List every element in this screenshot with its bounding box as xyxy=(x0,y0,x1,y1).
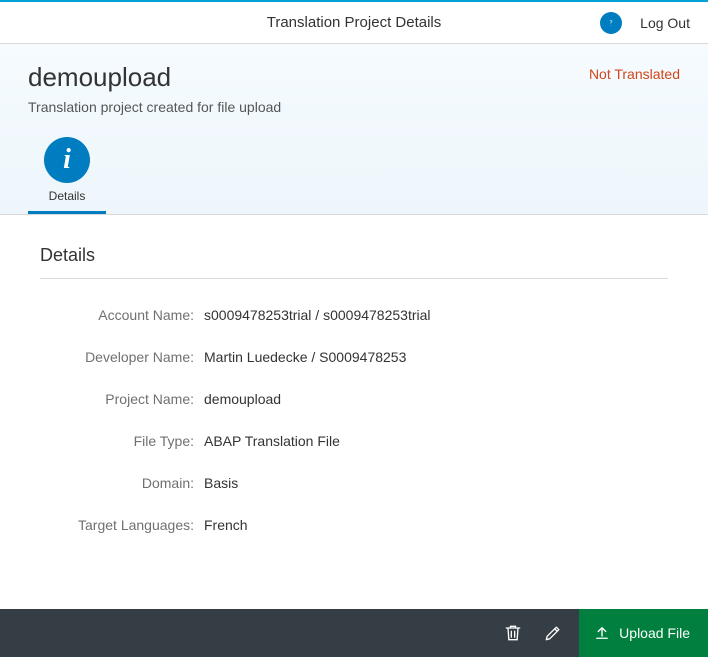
project-subtitle: Translation project created for file upl… xyxy=(28,99,281,115)
value-targetlang: French xyxy=(204,517,248,533)
row-account: Account Name: s0009478253trial / s000947… xyxy=(40,307,668,323)
row-targetlang: Target Languages: French xyxy=(40,517,668,533)
pencil-icon xyxy=(543,623,563,643)
row-domain: Domain: Basis xyxy=(40,475,668,491)
trash-icon xyxy=(503,623,523,643)
row-project: Project Name: demoupload xyxy=(40,391,668,407)
details-section: Details Account Name: s0009478253trial /… xyxy=(0,215,708,583)
upload-file-button[interactable]: Upload File xyxy=(579,609,708,657)
tab-details-label: Details xyxy=(49,189,86,203)
value-developer: Martin Luedecke / S0009478253 xyxy=(204,349,406,365)
object-header: demoupload Translation project created f… xyxy=(0,44,708,215)
value-project: demoupload xyxy=(204,391,281,407)
upload-label: Upload File xyxy=(619,625,690,641)
help-icon[interactable] xyxy=(600,12,622,34)
label-project: Project Name: xyxy=(40,391,194,407)
edit-button[interactable] xyxy=(533,609,573,657)
topbar-actions: Log Out xyxy=(600,12,690,34)
page-title: Translation Project Details xyxy=(267,14,442,31)
label-developer: Developer Name: xyxy=(40,349,194,365)
upload-icon xyxy=(593,624,611,642)
value-filetype: ABAP Translation File xyxy=(204,433,340,449)
value-account: s0009478253trial / s0009478253trial xyxy=(204,307,431,323)
label-filetype: File Type: xyxy=(40,433,194,449)
label-account: Account Name: xyxy=(40,307,194,323)
status-badge: Not Translated xyxy=(589,66,680,82)
info-icon: i xyxy=(44,137,90,183)
logout-link[interactable]: Log Out xyxy=(640,15,690,31)
label-domain: Domain: xyxy=(40,475,194,491)
row-filetype: File Type: ABAP Translation File xyxy=(40,433,668,449)
delete-button[interactable] xyxy=(493,609,533,657)
label-targetlang: Target Languages: xyxy=(40,517,194,533)
section-heading: Details xyxy=(40,245,668,279)
project-title: demoupload xyxy=(28,62,281,93)
value-domain: Basis xyxy=(204,475,238,491)
row-developer: Developer Name: Martin Luedecke / S00094… xyxy=(40,349,668,365)
top-bar: Translation Project Details Log Out xyxy=(0,0,708,44)
footer-toolbar: Upload File xyxy=(0,609,708,657)
tab-details[interactable]: i Details xyxy=(28,137,106,214)
tab-bar: i Details xyxy=(28,137,680,214)
